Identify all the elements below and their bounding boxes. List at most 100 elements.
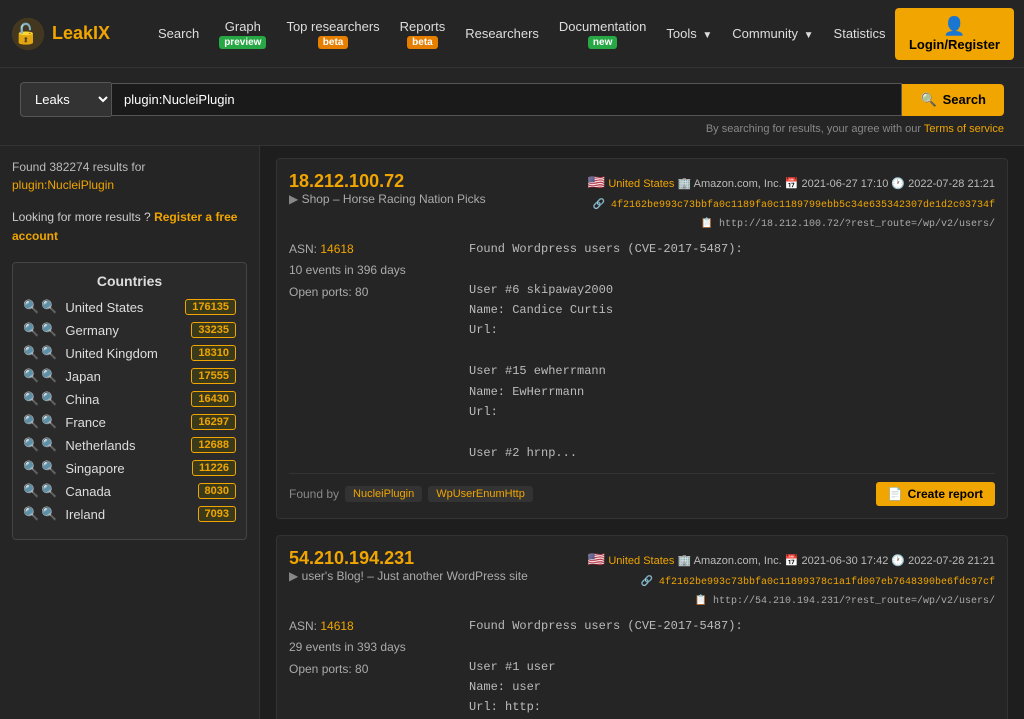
search-icon-1[interactable]: 🔍 — [23, 368, 39, 384]
asn-link[interactable]: 14618 — [320, 619, 353, 633]
country-name: Canada — [65, 484, 193, 499]
country-name: Japan — [65, 369, 187, 384]
date-first: 2021-06-30 17:42 — [801, 555, 888, 567]
country-count[interactable]: 12688 — [191, 437, 236, 453]
country-search-icons: 🔍 🔍 — [23, 483, 57, 499]
nav-researchers[interactable]: Researchers — [457, 20, 547, 47]
result-body: ASN: 14618 29 events in 393 days Open po… — [289, 616, 995, 718]
result-meta: 🇺🇸 United States 🏢 Amazon.com, Inc. 📅 20… — [588, 171, 995, 233]
nav-items: Search Graph preview Top researchers bet… — [150, 13, 895, 55]
result-left: ASN: 14618 29 events in 393 days Open po… — [289, 616, 449, 718]
nav-reports[interactable]: Reports beta — [392, 13, 454, 55]
country-link[interactable]: United States — [608, 178, 674, 190]
nav-statistics[interactable]: Statistics — [826, 20, 894, 47]
country-name: United States — [65, 300, 181, 315]
search-icon-2[interactable]: 🔍 — [41, 391, 57, 407]
country-search-icons: 🔍 🔍 — [23, 460, 57, 476]
result-subtitle[interactable]: ▶ Shop – Horse Racing Nation Picks — [289, 192, 486, 206]
search-icon-1[interactable]: 🔍 — [23, 414, 39, 430]
country-count[interactable]: 16297 — [191, 414, 236, 430]
country-item: 🔍 🔍 Singapore 11226 — [23, 460, 236, 476]
nav-tools[interactable]: Tools ▼ — [658, 20, 720, 47]
tools-chevron-icon: ▼ — [702, 30, 712, 41]
nav-documentation[interactable]: Documentation new — [551, 13, 654, 55]
person-icon: 👤 — [943, 16, 965, 37]
nav-community[interactable]: Community ▼ — [724, 20, 821, 47]
search-icon: 🔍 — [920, 92, 936, 108]
country-name: France — [65, 415, 187, 430]
result-url[interactable]: 📋 http://18.212.100.72/?rest_route=/wp/v… — [701, 219, 996, 230]
country-count[interactable]: 33235 — [191, 322, 236, 338]
search-icon-1[interactable]: 🔍 — [23, 345, 39, 361]
result-url[interactable]: 📋 http://54.210.194.231/?rest_route=/wp/… — [695, 596, 996, 607]
search-icon-2[interactable]: 🔍 — [41, 368, 57, 384]
country-count[interactable]: 7093 — [198, 506, 236, 522]
country-item: 🔍 🔍 Japan 17555 — [23, 368, 236, 384]
countries-box: Countries 🔍 🔍 United States 176135 🔍 🔍 G… — [12, 262, 247, 540]
country-search-icons: 🔍 🔍 — [23, 345, 57, 361]
search-type-select[interactable]: Leaks Services — [20, 82, 111, 117]
search-icon-2[interactable]: 🔍 — [41, 460, 57, 476]
search-bar-row: Leaks Services 🔍 Search — [20, 82, 1004, 117]
search-icon-2[interactable]: 🔍 — [41, 345, 57, 361]
result-subtitle[interactable]: ▶ user's Blog! – Just another WordPress … — [289, 569, 528, 583]
search-icon-1[interactable]: 🔍 — [23, 483, 39, 499]
search-icon-2[interactable]: 🔍 — [41, 322, 57, 338]
country-count[interactable]: 18310 — [191, 345, 236, 361]
search-icon-1[interactable]: 🔍 — [23, 437, 39, 453]
country-name: Netherlands — [65, 438, 187, 453]
search-icon-1[interactable]: 🔍 — [23, 506, 39, 522]
country-count[interactable]: 16430 — [191, 391, 236, 407]
result-ip[interactable]: 54.210.194.231 — [289, 548, 528, 569]
result-header: 18.212.100.72 ▶ Shop – Horse Racing Nati… — [289, 171, 995, 233]
arrow-icon: ▶ — [289, 569, 298, 583]
login-register-button[interactable]: 👤 Login/Register — [895, 8, 1014, 60]
search-icon-2[interactable]: 🔍 — [41, 299, 57, 315]
results-area: 18.212.100.72 ▶ Shop – Horse Racing Nati… — [260, 146, 1024, 719]
hash-text: 🔗 4f2162be993c73bbfa0c11899378c1a1fd007e… — [640, 577, 995, 588]
register-prompt: Looking for more results ? Register a fr… — [12, 208, 247, 246]
search-icon-1[interactable]: 🔍 — [23, 391, 39, 407]
tos-link[interactable]: Terms of service — [924, 123, 1004, 135]
top-researchers-badge: beta — [318, 36, 349, 49]
country-count[interactable]: 8030 — [198, 483, 236, 499]
svg-text:🔓: 🔓 — [14, 22, 39, 45]
asn-link[interactable]: 14618 — [320, 242, 353, 256]
country-name: Singapore — [65, 461, 188, 476]
country-count[interactable]: 11226 — [192, 460, 236, 476]
logo[interactable]: 🔓 LeakIX — [10, 16, 130, 52]
search-icon-2[interactable]: 🔍 — [41, 506, 57, 522]
search-button[interactable]: 🔍 Search — [902, 84, 1004, 116]
date-last: 2022-07-28 21:21 — [908, 178, 995, 190]
nav-top-researchers[interactable]: Top researchers beta — [278, 13, 387, 55]
search-icon-2[interactable]: 🔍 — [41, 483, 57, 499]
countries-title: Countries — [23, 273, 236, 289]
result-body: ASN: 14618 10 events in 396 days Open po… — [289, 239, 995, 463]
search-icon-2[interactable]: 🔍 — [41, 437, 57, 453]
search-icon-1[interactable]: 🔍 — [23, 460, 39, 476]
search-bar-area: Leaks Services 🔍 Search By searching for… — [0, 68, 1024, 146]
nav-search[interactable]: Search — [150, 20, 207, 47]
country-count[interactable]: 176135 — [185, 299, 236, 315]
countries-list: 🔍 🔍 United States 176135 🔍 🔍 Germany 332… — [23, 299, 236, 522]
result-footer: Found by NucleiPlugin WpUserEnumHttp 📄 C… — [289, 473, 995, 506]
create-report-button[interactable]: 📄 Create report — [876, 482, 995, 506]
country-search-icons: 🔍 🔍 — [23, 322, 57, 338]
search-input[interactable] — [111, 83, 902, 116]
report-icon: 📄 — [888, 487, 903, 501]
country-link[interactable]: United States — [608, 555, 674, 567]
country-count[interactable]: 17555 — [191, 368, 236, 384]
results-list: 18.212.100.72 ▶ Shop – Horse Racing Nati… — [276, 158, 1008, 719]
country-name: China — [65, 392, 187, 407]
nav-graph[interactable]: Graph preview — [211, 13, 274, 55]
navbar: 🔓 LeakIX Search Graph preview Top resear… — [0, 0, 1024, 68]
result-ip[interactable]: 18.212.100.72 — [289, 171, 486, 192]
country-search-icons: 🔍 🔍 — [23, 506, 57, 522]
country-search-icons: 🔍 🔍 — [23, 437, 57, 453]
plugin-tag[interactable]: NucleiPlugin — [345, 486, 422, 502]
plugin-tag[interactable]: WpUserEnumHttp — [428, 486, 533, 502]
search-icon-1[interactable]: 🔍 — [23, 299, 39, 315]
search-icon-1[interactable]: 🔍 — [23, 322, 39, 338]
search-icon-2[interactable]: 🔍 — [41, 414, 57, 430]
docs-badge: new — [588, 36, 617, 49]
